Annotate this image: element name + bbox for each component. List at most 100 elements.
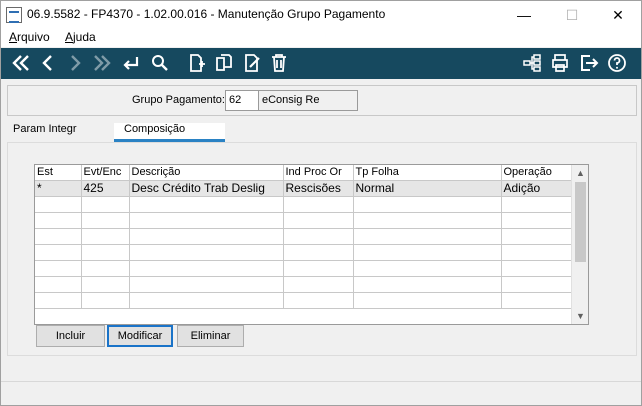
table-cell	[283, 212, 354, 229]
tab-param-integr[interactable]: Param Integr	[13, 123, 77, 135]
table-cell	[35, 292, 82, 309]
menu-ajuda-label: juda	[73, 30, 96, 44]
table-row[interactable]	[35, 276, 573, 293]
table-cell	[353, 260, 502, 277]
table-cell	[501, 212, 573, 229]
menu-bar: Arquivo Ajuda	[1, 29, 641, 47]
vertical-scrollbar[interactable]: ▲ ▼	[571, 165, 588, 324]
column-header-ind-proc-or[interactable]: Ind Proc Or	[283, 165, 354, 181]
table-cell	[81, 228, 130, 245]
column-header-descricao[interactable]: Descrição	[129, 165, 284, 181]
table-cell	[35, 244, 82, 261]
table-row[interactable]	[35, 292, 573, 309]
previous-record-icon[interactable]	[36, 51, 60, 75]
table-cell	[35, 276, 82, 293]
table-cell	[283, 228, 354, 245]
table-row[interactable]	[35, 212, 573, 229]
table-cell	[501, 228, 573, 245]
table-cell	[129, 228, 284, 245]
incluir-button[interactable]: Incluir	[36, 325, 105, 347]
table-cell	[353, 244, 502, 261]
column-header-est[interactable]: Est	[35, 165, 82, 181]
table-cell	[35, 260, 82, 277]
table-cell: Rescisões	[283, 180, 354, 197]
app-icon	[6, 7, 22, 23]
table-row[interactable]	[35, 244, 573, 261]
menu-arquivo[interactable]: Arquivo	[9, 30, 50, 44]
column-header-evt-enc[interactable]: Evt/Enc	[81, 165, 130, 181]
table-row[interactable]	[35, 196, 573, 213]
first-record-icon[interactable]	[9, 51, 33, 75]
table-cell	[129, 276, 284, 293]
menu-arquivo-label: rquivo	[17, 30, 50, 44]
window-title: 06.9.5582 - FP4370 - 1.02.00.016 - Manut…	[27, 7, 386, 21]
grupo-pagamento-description-field: eConsig Re	[258, 90, 358, 111]
table-cell	[129, 196, 284, 213]
help-icon[interactable]	[605, 51, 629, 75]
scroll-up-icon[interactable]: ▲	[572, 165, 588, 181]
copy-document-icon[interactable]	[212, 51, 236, 75]
table-cell	[501, 244, 573, 261]
close-button[interactable]: ✕	[595, 1, 641, 29]
table-cell	[353, 228, 502, 245]
grupo-pagamento-label: Grupo Pagamento:	[132, 94, 225, 106]
table-cell	[283, 196, 354, 213]
table-cell	[81, 276, 130, 293]
column-header-operacao[interactable]: Operação	[501, 165, 573, 181]
table-cell	[35, 212, 82, 229]
table-cell	[501, 196, 573, 213]
new-document-icon[interactable]	[184, 51, 208, 75]
table-cell	[129, 244, 284, 261]
scroll-thumb[interactable]	[575, 182, 586, 262]
edit-document-icon[interactable]	[240, 51, 264, 75]
table-cell: 425	[81, 180, 130, 197]
menu-ajuda-accel: A	[65, 30, 74, 44]
table-cell	[283, 292, 354, 309]
table-cell	[353, 212, 502, 229]
header-panel: Grupo Pagamento: 62 eConsig Re	[7, 85, 637, 116]
table-cell: Adição	[501, 180, 573, 197]
table-row[interactable]: * 425 Desc Crédito Trab Deslig Rescisões Nor…	[35, 180, 573, 197]
eliminar-button[interactable]: Eliminar	[177, 325, 244, 347]
status-bar	[1, 381, 641, 405]
menu-ajuda[interactable]: Ajuda	[65, 30, 96, 44]
grupo-pagamento-code-field[interactable]: 62	[225, 90, 260, 111]
exit-icon[interactable]	[577, 51, 601, 75]
toolbar	[1, 48, 641, 79]
maximize-button[interactable]: ☐	[549, 1, 595, 29]
modificar-button[interactable]: Modificar	[107, 325, 173, 347]
table-cell	[81, 196, 130, 213]
table-row[interactable]	[35, 260, 573, 277]
table-cell: Desc Crédito Trab Deslig	[129, 180, 284, 197]
table-cell	[353, 196, 502, 213]
table-cell: *	[35, 180, 82, 197]
table-cell	[353, 276, 502, 293]
composition-grid[interactable]: Est Evt/Enc Descrição Ind Proc Or Tp Fol…	[34, 164, 589, 325]
last-record-icon[interactable]	[90, 51, 114, 75]
table-cell	[129, 260, 284, 277]
table-cell	[35, 228, 82, 245]
table-cell	[283, 244, 354, 261]
tree-structure-icon[interactable]	[520, 51, 544, 75]
print-icon[interactable]	[548, 51, 572, 75]
table-cell	[283, 260, 354, 277]
delete-icon[interactable]	[267, 51, 291, 75]
menu-arquivo-accel: A	[9, 30, 18, 44]
table-cell	[283, 276, 354, 293]
table-cell	[501, 260, 573, 277]
composition-table: Est Evt/Enc Descrição Ind Proc Or Tp Fol…	[35, 165, 573, 309]
table-cell	[35, 196, 82, 213]
table-cell	[501, 292, 573, 309]
minimize-button[interactable]: —	[501, 1, 547, 29]
scroll-down-icon[interactable]: ▼	[572, 308, 588, 324]
column-header-tp-folha[interactable]: Tp Folha	[353, 165, 502, 181]
table-cell	[81, 212, 130, 229]
table-cell	[129, 292, 284, 309]
table-cell	[81, 260, 130, 277]
next-record-icon[interactable]	[63, 51, 87, 75]
table-row[interactable]	[35, 228, 573, 245]
table-cell	[129, 212, 284, 229]
search-icon[interactable]	[148, 51, 172, 75]
return-icon[interactable]	[119, 51, 143, 75]
tab-composicao[interactable]: Composição	[114, 123, 225, 142]
